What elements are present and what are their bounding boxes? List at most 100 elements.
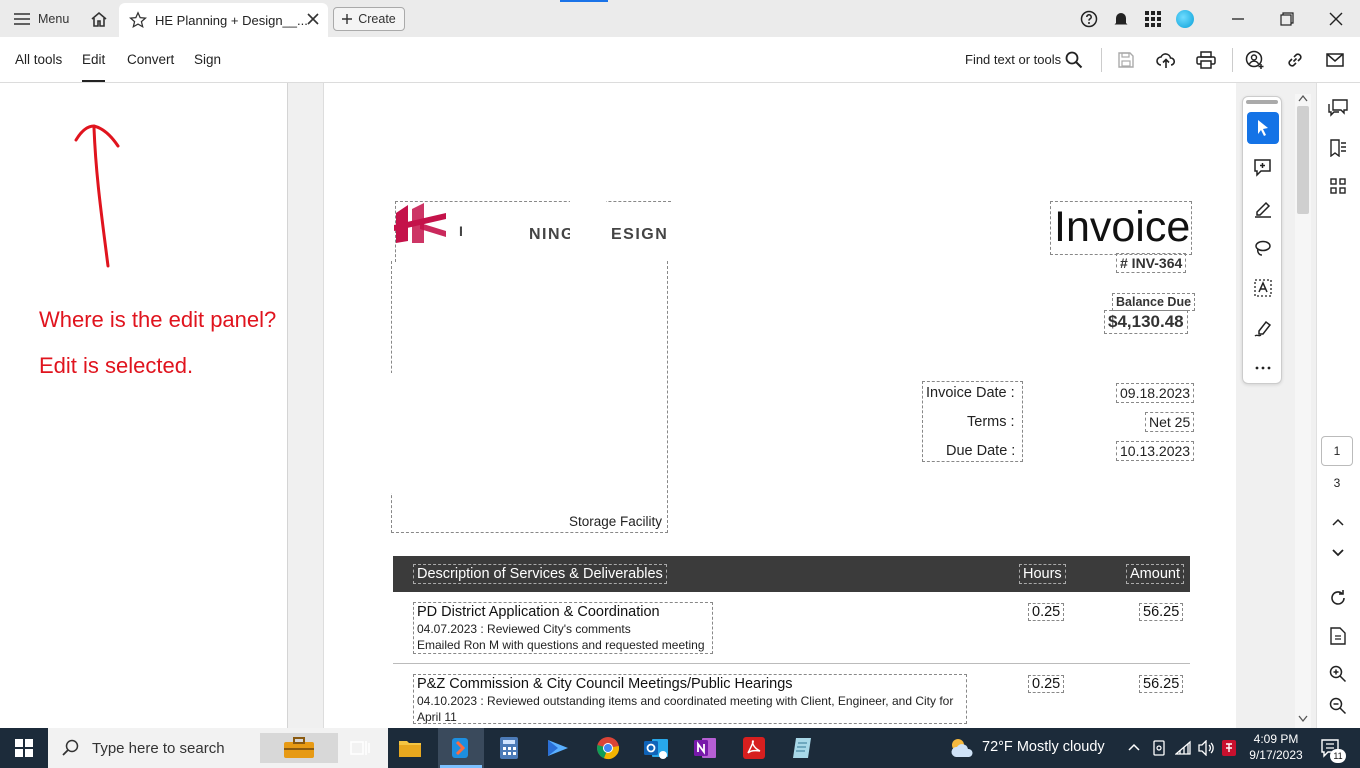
minimize-icon[interactable] bbox=[1228, 9, 1248, 29]
acrobat-icon[interactable] bbox=[740, 734, 768, 762]
sign-button[interactable] bbox=[1247, 312, 1279, 344]
table-header: Description of Services & Deliverables H… bbox=[393, 556, 1190, 592]
notes-app-icon[interactable] bbox=[789, 734, 817, 762]
calculator-icon[interactable] bbox=[495, 734, 523, 762]
system-clock[interactable]: 4:09 PM 9/17/2023 bbox=[1240, 731, 1312, 763]
email-icon[interactable] bbox=[1324, 49, 1346, 71]
close-tab-icon[interactable] bbox=[306, 12, 320, 26]
more-tools-button[interactable] bbox=[1247, 352, 1279, 384]
scrollbar-thumb[interactable] bbox=[1297, 106, 1309, 214]
create-button[interactable]: Create bbox=[333, 7, 405, 31]
save-icon[interactable] bbox=[1115, 49, 1137, 71]
video-app-icon[interactable] bbox=[544, 734, 572, 762]
chrome-icon[interactable] bbox=[594, 734, 622, 762]
logo-word-planning: NING bbox=[529, 226, 575, 243]
due-date-label: Due Date : bbox=[946, 443, 1016, 459]
balance-due-label: Balance Due bbox=[1112, 293, 1196, 311]
invoice-title: Invoice bbox=[1054, 203, 1191, 251]
app-icon-figma-like[interactable] bbox=[446, 734, 474, 762]
annotation-question: Where is the edit panel? bbox=[39, 307, 277, 332]
vertical-scrollbar[interactable] bbox=[1295, 94, 1311, 728]
language-ime-icon[interactable] bbox=[1221, 739, 1237, 757]
search-placeholder: Type here to search bbox=[92, 739, 225, 757]
column-hours: Hours bbox=[1019, 564, 1066, 584]
tab-title: HE Planning + Design__... bbox=[155, 12, 308, 28]
clock-date: 9/17/2023 bbox=[1249, 748, 1303, 762]
row-divider bbox=[393, 663, 1190, 664]
highlight-button[interactable] bbox=[1247, 192, 1279, 224]
row-title: P&Z Commission & City Council Meetings/P… bbox=[417, 676, 793, 692]
lasso-draw-icon bbox=[1255, 240, 1271, 256]
more-dots-icon bbox=[1255, 366, 1271, 370]
hamburger-icon bbox=[14, 13, 30, 25]
document-tab[interactable]: HE Planning + Design__... bbox=[119, 3, 328, 37]
tab-convert[interactable]: Convert bbox=[127, 52, 174, 67]
plus-icon bbox=[342, 14, 353, 24]
fit-page-icon[interactable] bbox=[1327, 625, 1349, 647]
zoom-in-icon[interactable] bbox=[1327, 663, 1349, 685]
wifi-icon[interactable] bbox=[1175, 740, 1191, 756]
select-tool-button[interactable] bbox=[1247, 112, 1279, 144]
volume-icon[interactable] bbox=[1197, 740, 1215, 756]
row-detail: 04.10.2023 : Reviewed outstanding items … bbox=[417, 694, 954, 708]
onenote-icon[interactable] bbox=[691, 734, 719, 762]
invoice-date-value: 09.18.2023 bbox=[1116, 383, 1195, 403]
star-icon[interactable] bbox=[129, 11, 147, 29]
due-date-value: 10.13.2023 bbox=[1116, 441, 1195, 461]
tab-all-tools[interactable]: All tools bbox=[15, 52, 62, 67]
title-bar: Menu HE Planning + Design__... Create bbox=[0, 0, 1360, 37]
rotate-icon[interactable] bbox=[1327, 587, 1349, 609]
print-icon[interactable] bbox=[1195, 49, 1217, 71]
help-icon[interactable] bbox=[1079, 9, 1099, 29]
company-logo-mark bbox=[394, 203, 446, 243]
show-hidden-icons-icon[interactable] bbox=[1128, 743, 1140, 751]
cursor-icon bbox=[1258, 120, 1268, 136]
terms-value: Net 25 bbox=[1145, 412, 1195, 432]
user-avatar[interactable] bbox=[1176, 10, 1194, 28]
notifications-bell-icon[interactable] bbox=[1111, 9, 1131, 29]
close-window-icon[interactable] bbox=[1326, 9, 1346, 29]
task-view-icon[interactable] bbox=[346, 734, 374, 762]
thumbnails-grid-icon[interactable] bbox=[1327, 175, 1349, 197]
tab-edit[interactable]: Edit bbox=[82, 52, 106, 82]
draw-button[interactable] bbox=[1247, 232, 1279, 264]
total-pages: 3 bbox=[1333, 476, 1341, 490]
search-icon[interactable] bbox=[1063, 49, 1085, 71]
tab-sign[interactable]: Sign bbox=[194, 52, 221, 67]
column-description: Description of Services & Deliverables bbox=[413, 564, 667, 584]
taskbar-search-box[interactable]: Type here to search bbox=[48, 728, 388, 768]
menu-button[interactable]: Menu bbox=[8, 6, 75, 32]
weather-text[interactable]: 72°F Mostly cloudy bbox=[982, 739, 1105, 755]
notification-count-badge: 11 bbox=[1330, 749, 1346, 763]
link-icon[interactable] bbox=[1284, 49, 1306, 71]
clock-time: 4:09 PM bbox=[1253, 732, 1299, 746]
rail-grip[interactable] bbox=[1246, 100, 1278, 104]
share-user-icon[interactable] bbox=[1244, 49, 1266, 71]
file-explorer-icon[interactable] bbox=[396, 734, 424, 762]
windows-start-icon[interactable] bbox=[10, 734, 38, 762]
bookmarks-icon[interactable] bbox=[1327, 137, 1349, 159]
scroll-down-icon[interactable] bbox=[1298, 715, 1308, 723]
text-box-button[interactable] bbox=[1247, 272, 1279, 304]
apps-grid-icon[interactable] bbox=[1143, 9, 1163, 29]
logo-word-design: ESIGN bbox=[611, 226, 669, 243]
previous-page-icon[interactable] bbox=[1327, 511, 1349, 533]
title-accent bbox=[560, 0, 608, 2]
left-panel: Where is the edit panel? Edit is selecte… bbox=[0, 83, 288, 728]
current-page-input[interactable]: 1 bbox=[1321, 436, 1353, 466]
add-comment-button[interactable] bbox=[1247, 152, 1279, 184]
text-box-icon bbox=[1254, 279, 1272, 297]
red-arrow-annotation bbox=[74, 124, 120, 268]
next-page-icon[interactable] bbox=[1327, 542, 1349, 564]
scroll-up-icon[interactable] bbox=[1298, 94, 1308, 102]
upload-cloud-icon[interactable] bbox=[1155, 49, 1177, 71]
comments-panel-icon[interactable] bbox=[1327, 97, 1349, 119]
weather-cloud-icon[interactable] bbox=[948, 736, 976, 760]
device-icon[interactable] bbox=[1152, 740, 1166, 756]
restore-icon[interactable] bbox=[1277, 9, 1297, 29]
zoom-out-icon[interactable] bbox=[1327, 695, 1349, 717]
comment-add-icon bbox=[1254, 159, 1271, 177]
outlook-icon[interactable] bbox=[642, 734, 670, 762]
home-button[interactable] bbox=[86, 7, 112, 31]
find-text-label[interactable]: Find text or tools bbox=[965, 52, 1061, 67]
